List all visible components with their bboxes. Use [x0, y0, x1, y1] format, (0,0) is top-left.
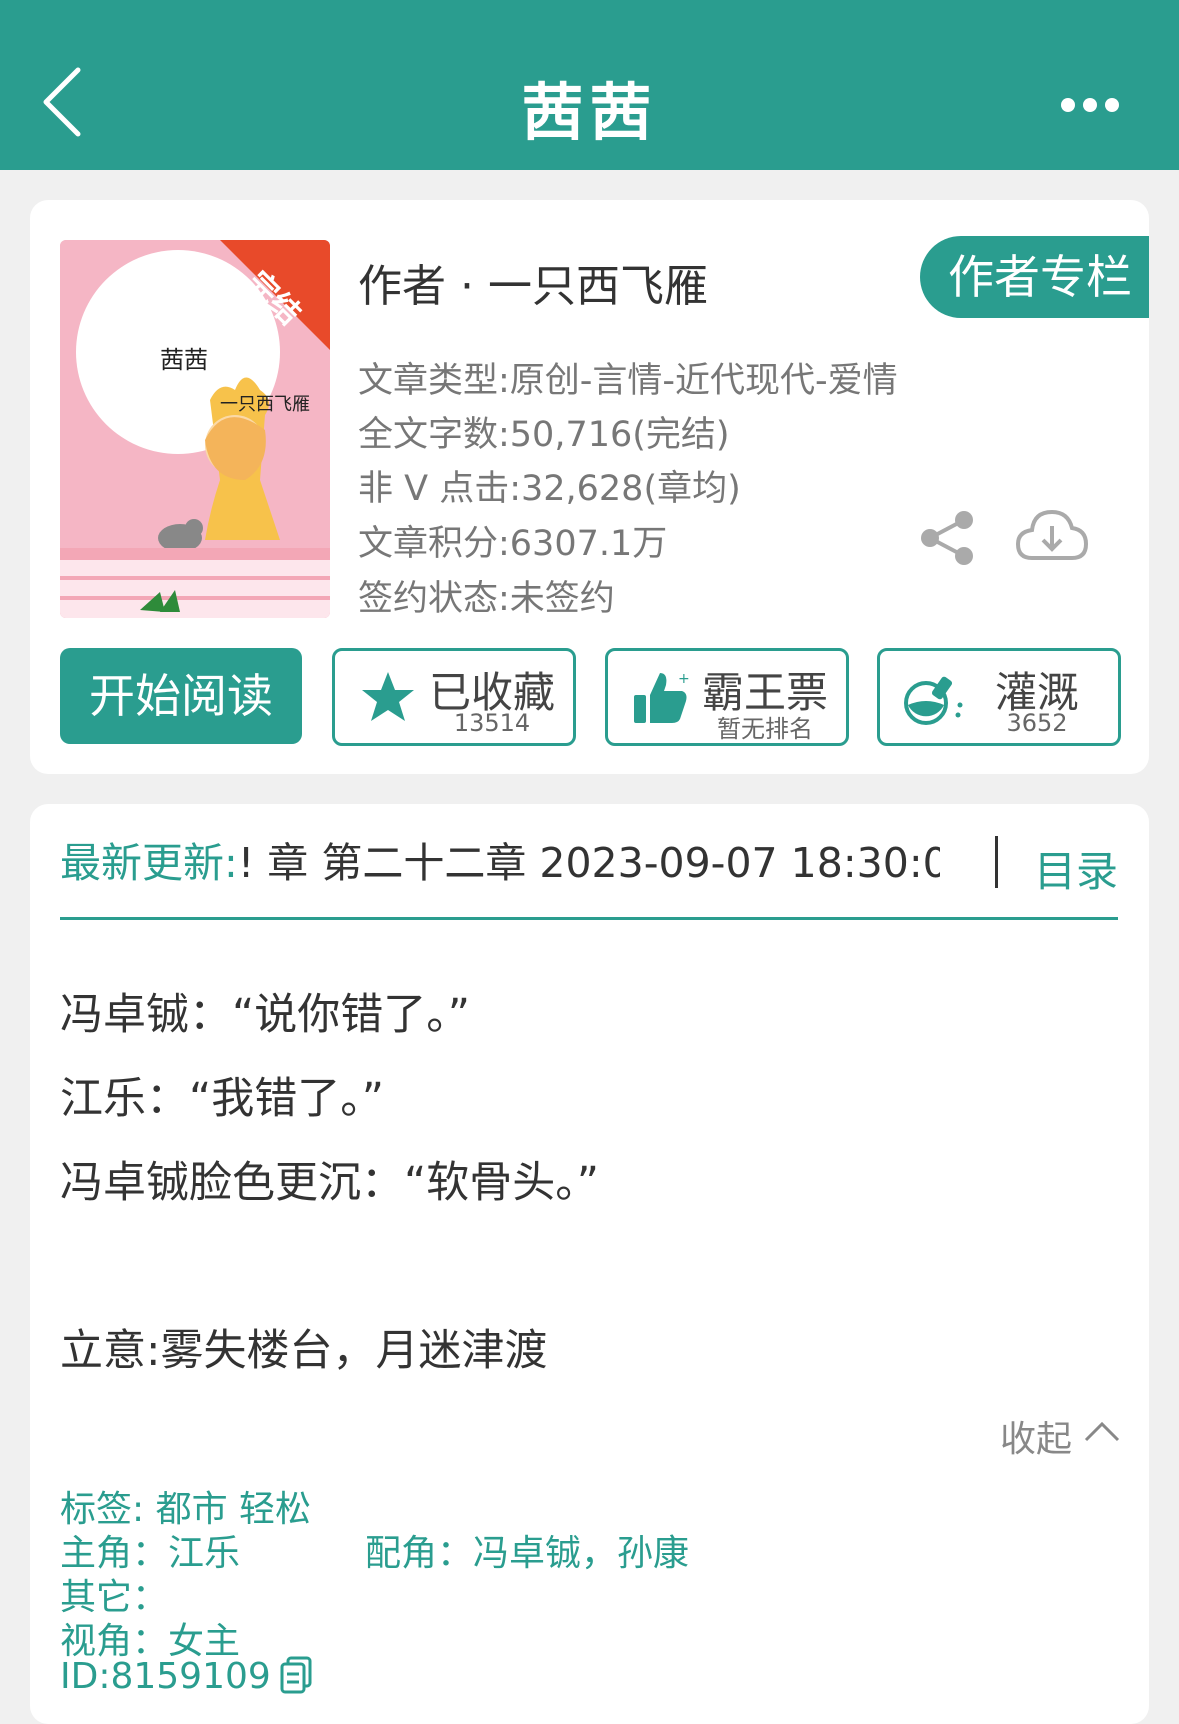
start-reading-button[interactable]: 开始阅读	[60, 648, 302, 744]
nutrient-button[interactable]: 灌溉 3652	[877, 648, 1121, 746]
desc-line: 冯卓铖脸色更沉：“软骨头。”	[60, 1158, 600, 1208]
collect-count: 13514	[453, 709, 531, 737]
author-name[interactable]: 作者 · 一只西飞雁	[358, 250, 708, 314]
cover-title: 茜茜	[160, 346, 208, 374]
nutrient-count: 3652	[1006, 709, 1068, 737]
page-title: 茜茜	[521, 76, 658, 149]
description-card	[30, 804, 1149, 1724]
desc-line: 江乐：“我错了。”	[60, 1074, 385, 1124]
nav-bar: 茜茜	[0, 0, 1179, 170]
latest-update-value: ! 章 第二十二章 2023-09-07 18:30:0	[237, 839, 940, 887]
copy-icon[interactable]	[280, 1656, 312, 1694]
divider	[995, 836, 998, 888]
collapse-button[interactable]: 收起	[1000, 1410, 1072, 1462]
flask-icon	[904, 676, 963, 725]
latest-update-label: 最新更新:	[60, 839, 238, 887]
desc-line: 冯卓铖：“说你错了。”	[60, 990, 471, 1040]
vote-button[interactable]: + 霸王票 暂无排名	[605, 648, 849, 746]
download-icon[interactable]	[1014, 506, 1090, 566]
book-clicks: 非 V 点击:32,628(章均)	[358, 469, 741, 509]
book-sign-status: 签约状态:未签约	[358, 579, 615, 619]
more-dots-icon[interactable]	[1060, 92, 1120, 118]
latest-update[interactable]: 最新更新:! 章 第二十二章 2023-09-07 18:30:0	[60, 838, 940, 888]
collect-button[interactable]: 已收藏 13514	[332, 648, 576, 746]
book-type: 文章类型:原创-言情-近代现代-爱情	[358, 361, 898, 401]
theme-line: 立意:雾失楼台，月迷津渡	[60, 1326, 548, 1376]
supporting-roles: 配角：冯卓铖，孙康	[365, 1533, 690, 1574]
chevron-up-icon[interactable]	[1084, 1418, 1120, 1442]
book-id: ID:8159109	[60, 1656, 271, 1697]
svg-text:+: +	[678, 671, 690, 687]
underline-divider	[60, 917, 1118, 920]
book-score: 文章积分:6307.1万	[358, 524, 668, 564]
cover-author: 一只西飞雁	[220, 394, 310, 415]
toc-link[interactable]: 目录	[1034, 838, 1118, 899]
share-icon[interactable]	[918, 508, 978, 568]
star-icon	[362, 672, 414, 721]
book-cover[interactable]: 完结 茜茜 一只西飞雁	[60, 240, 330, 618]
vote-rank: 暂无排名	[717, 715, 813, 743]
author-column-button[interactable]: 作者专栏	[920, 236, 1149, 318]
thumbs-up-icon: +	[634, 671, 690, 723]
book-word-count: 全文字数:50,716(完结)	[358, 415, 730, 455]
